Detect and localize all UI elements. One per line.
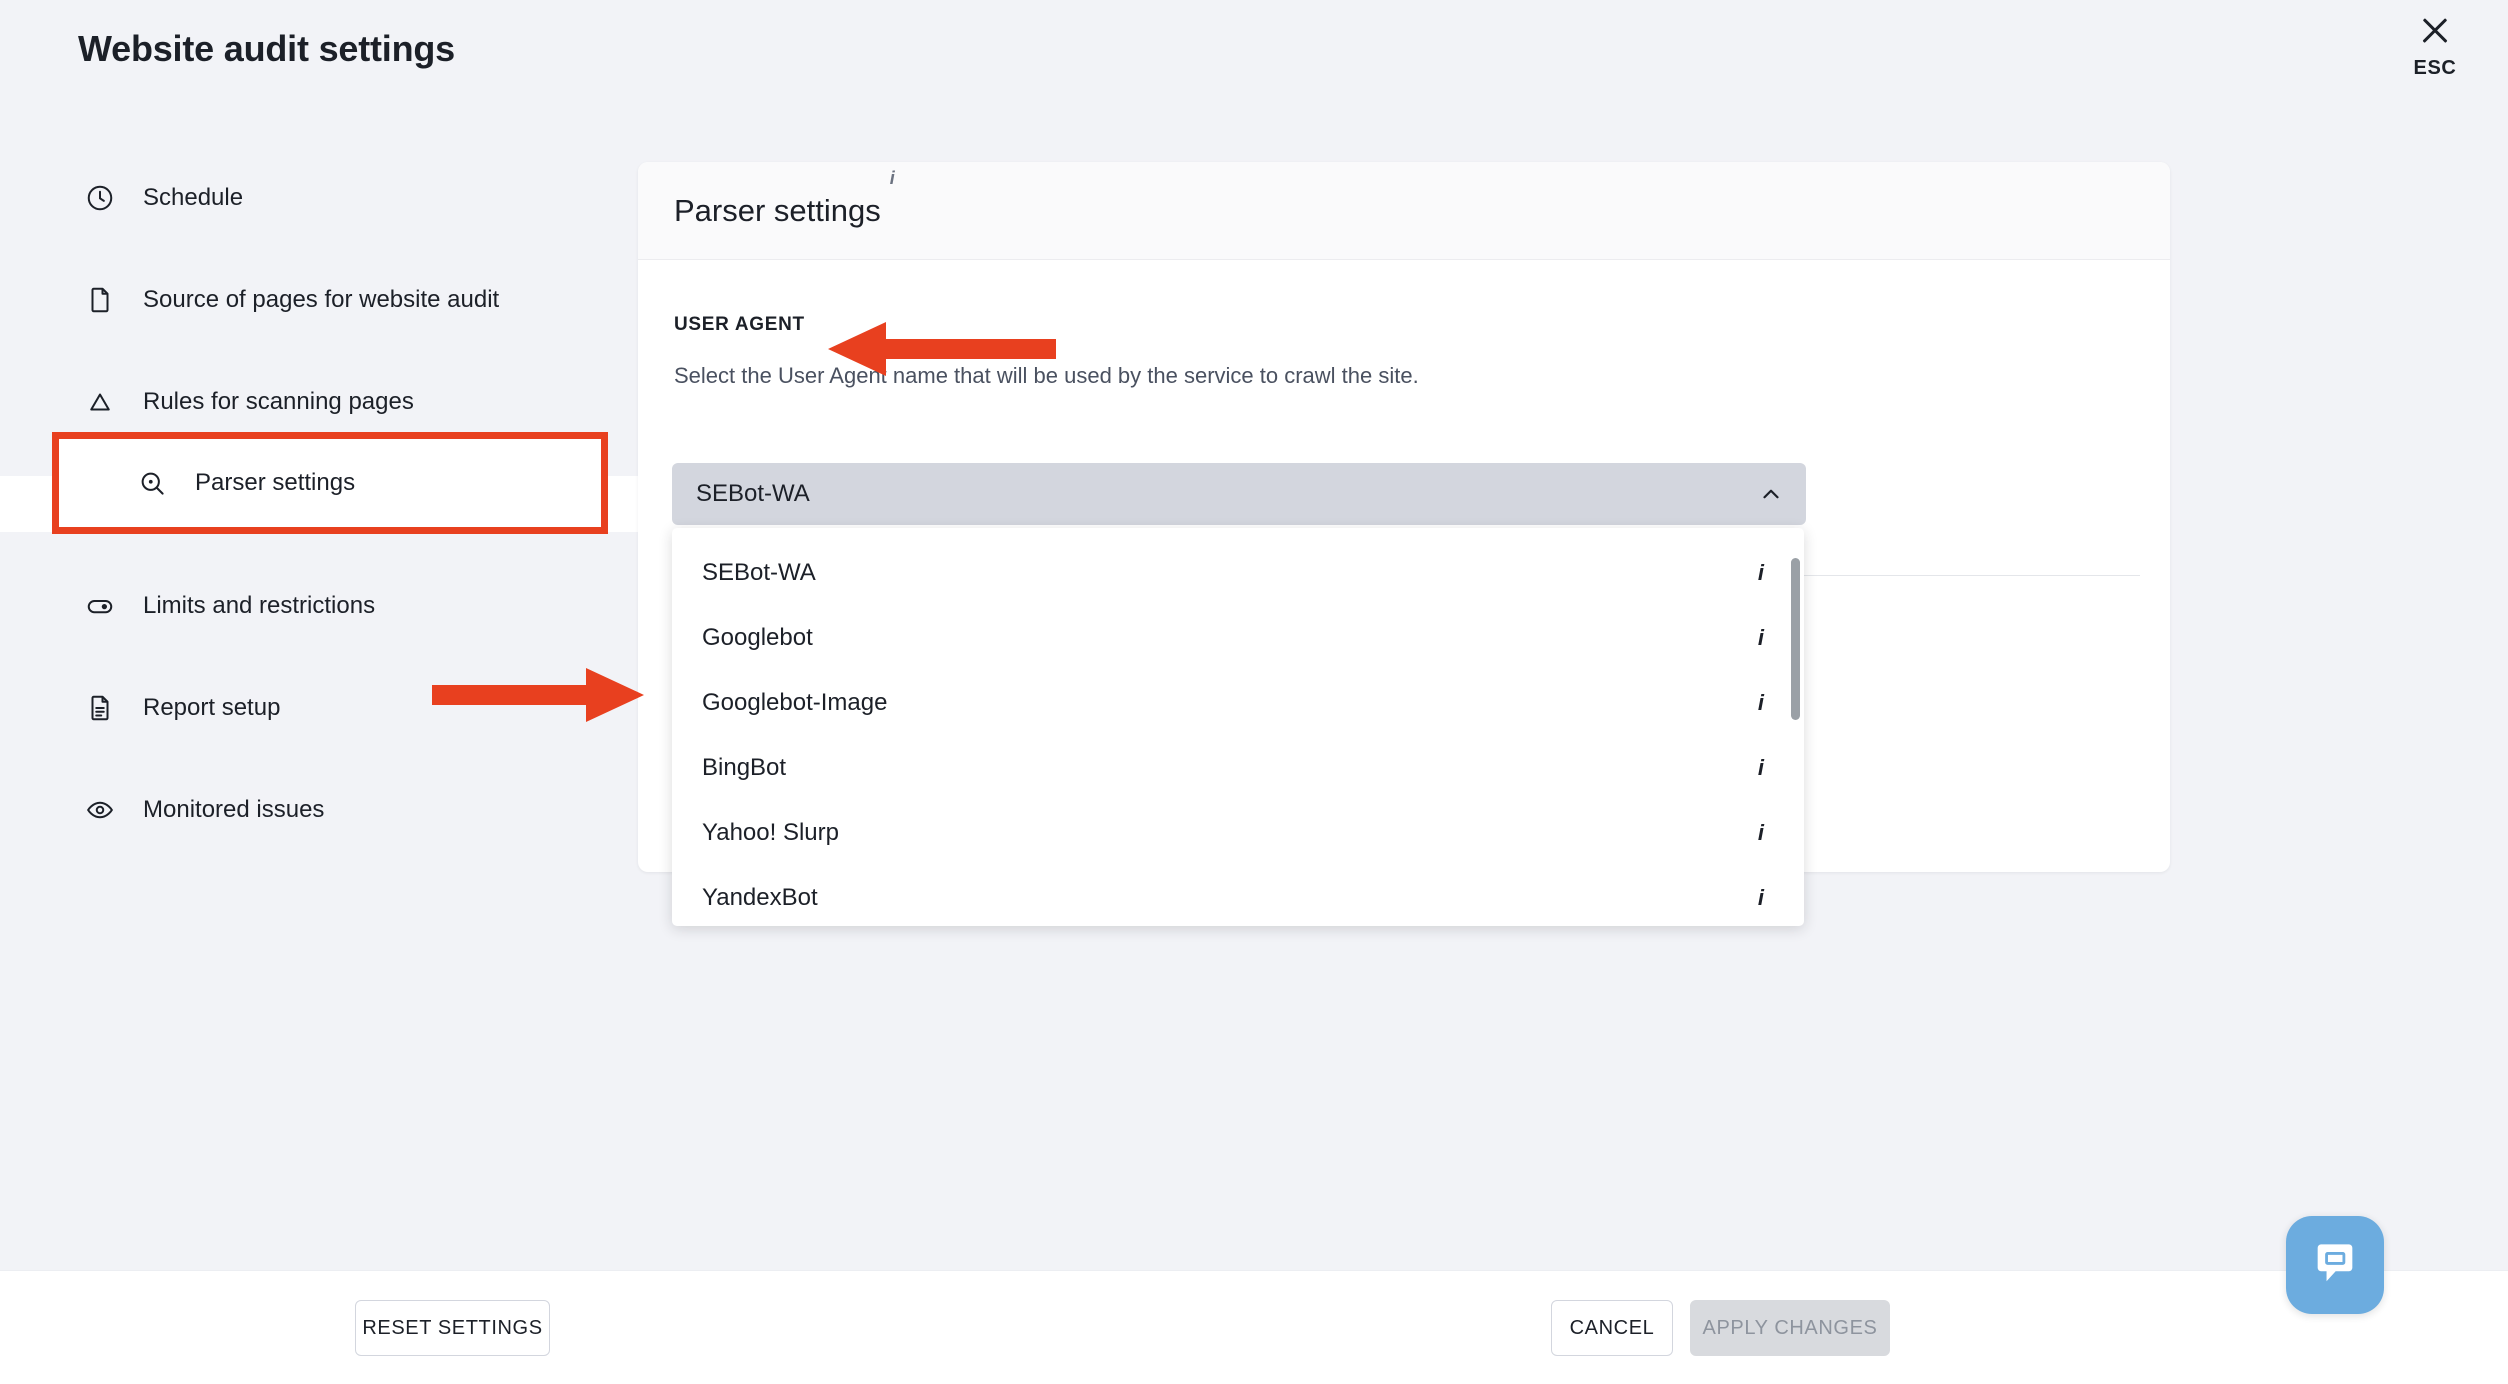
dropdown-option-label: Yahoo! Slurp (702, 818, 839, 846)
dropdown-option[interactable]: BingBot i (672, 735, 1804, 800)
user-agent-description: Select the User Agent name that will be … (674, 363, 1419, 388)
report-icon (85, 693, 115, 723)
sidebar-item-rules-for-scanning[interactable]: Rules for scanning pages (0, 374, 640, 430)
dropdown-option[interactable]: Yahoo! Slurp i (672, 800, 1804, 865)
dropdown-option-label: BingBot (702, 753, 787, 781)
user-agent-select[interactable]: SEBot-WA (672, 463, 1806, 525)
dropdown-option-label: Googlebot-Image (702, 688, 888, 716)
chat-bubble-icon (2309, 1237, 2361, 1294)
info-icon[interactable]: i (1758, 625, 1764, 651)
sidebar-item-monitored-issues[interactable]: Monitored issues (0, 782, 640, 838)
search-zoom-icon (137, 468, 167, 498)
dropdown-option[interactable]: YandexBot i (672, 865, 1804, 926)
settings-modal: Website audit settings ESC Schedule Sour… (0, 0, 2508, 1384)
info-icon[interactable]: i (1758, 820, 1764, 846)
sidebar-item-label: Schedule (143, 184, 244, 211)
esc-label: ESC (2413, 57, 2457, 79)
sidebar-item-parser-settings-overlay[interactable]: Parser settings (52, 455, 355, 511)
sidebar-item-source-of-pages[interactable]: Source of pages for website audit (0, 272, 640, 328)
sidebar-item-limits-and-restrictions[interactable]: Limits and restrictions (0, 578, 640, 634)
cancel-button[interactable]: CANCEL (1551, 1300, 1673, 1356)
close-icon[interactable] (2418, 14, 2452, 48)
page-title: Website audit settings (78, 28, 455, 69)
sidebar-item-label: Source of pages for website audit (143, 286, 500, 313)
dropdown-scrollbar-thumb[interactable] (1791, 558, 1800, 720)
dropdown-option-label: Googlebot (702, 623, 813, 651)
dropdown-option-label: SEBot-WA (702, 558, 816, 586)
chat-widget-button[interactable] (2286, 1216, 2384, 1314)
user-agent-select-value: SEBot-WA (696, 480, 810, 507)
user-agent-dropdown[interactable]: SEBot-WA i Googlebot i Googlebot-Image i… (672, 528, 1804, 926)
apply-changes-button: APPLY CHANGES (1690, 1300, 1890, 1356)
info-icon[interactable]: i (1758, 690, 1764, 716)
user-agent-label: USER AGENT (674, 314, 805, 335)
card-header: Parser settings i (638, 162, 2170, 260)
dropdown-option[interactable]: Googlebot-Image i (672, 670, 1804, 735)
sidebar-item-label: Limits and restrictions (143, 592, 376, 619)
sidebar-item-report-setup[interactable]: Report setup (0, 680, 640, 736)
eye-icon (85, 795, 115, 825)
info-icon[interactable]: i (1758, 885, 1764, 911)
card-body: USER AGENT Select the User Agent name th… (638, 260, 2170, 389)
reset-settings-button[interactable]: RESET SETTINGS (355, 1300, 550, 1356)
sidebar-item-label: Monitored issues (143, 796, 325, 823)
document-icon (85, 285, 115, 315)
sidebar-item-label: Parser settings (195, 469, 356, 496)
info-icon[interactable]: i (1758, 755, 1764, 781)
sidebar-item-label: Report setup (143, 694, 281, 721)
dropdown-option[interactable]: Googlebot i (672, 605, 1804, 670)
sidebar-item-label: Rules for scanning pages (143, 388, 414, 415)
close-button[interactable]: ESC (2390, 14, 2480, 80)
dropdown-option[interactable]: SEBot-WA i (672, 540, 1804, 605)
chevron-up-icon[interactable] (1758, 481, 1784, 507)
clock-icon (85, 183, 115, 213)
sidebar-item-schedule[interactable]: Schedule (0, 170, 640, 226)
footer-bar: RESET SETTINGS CANCEL APPLY CHANGES (0, 1270, 2508, 1384)
info-icon[interactable]: i (890, 168, 895, 189)
card-title: Parser settings (674, 192, 881, 228)
toggle-icon (85, 591, 115, 621)
triangle-icon (85, 387, 115, 417)
dropdown-option-label: YandexBot (702, 883, 818, 911)
info-icon[interactable]: i (1758, 560, 1764, 586)
sidebar: Schedule Source of pages for website aud… (0, 170, 640, 884)
